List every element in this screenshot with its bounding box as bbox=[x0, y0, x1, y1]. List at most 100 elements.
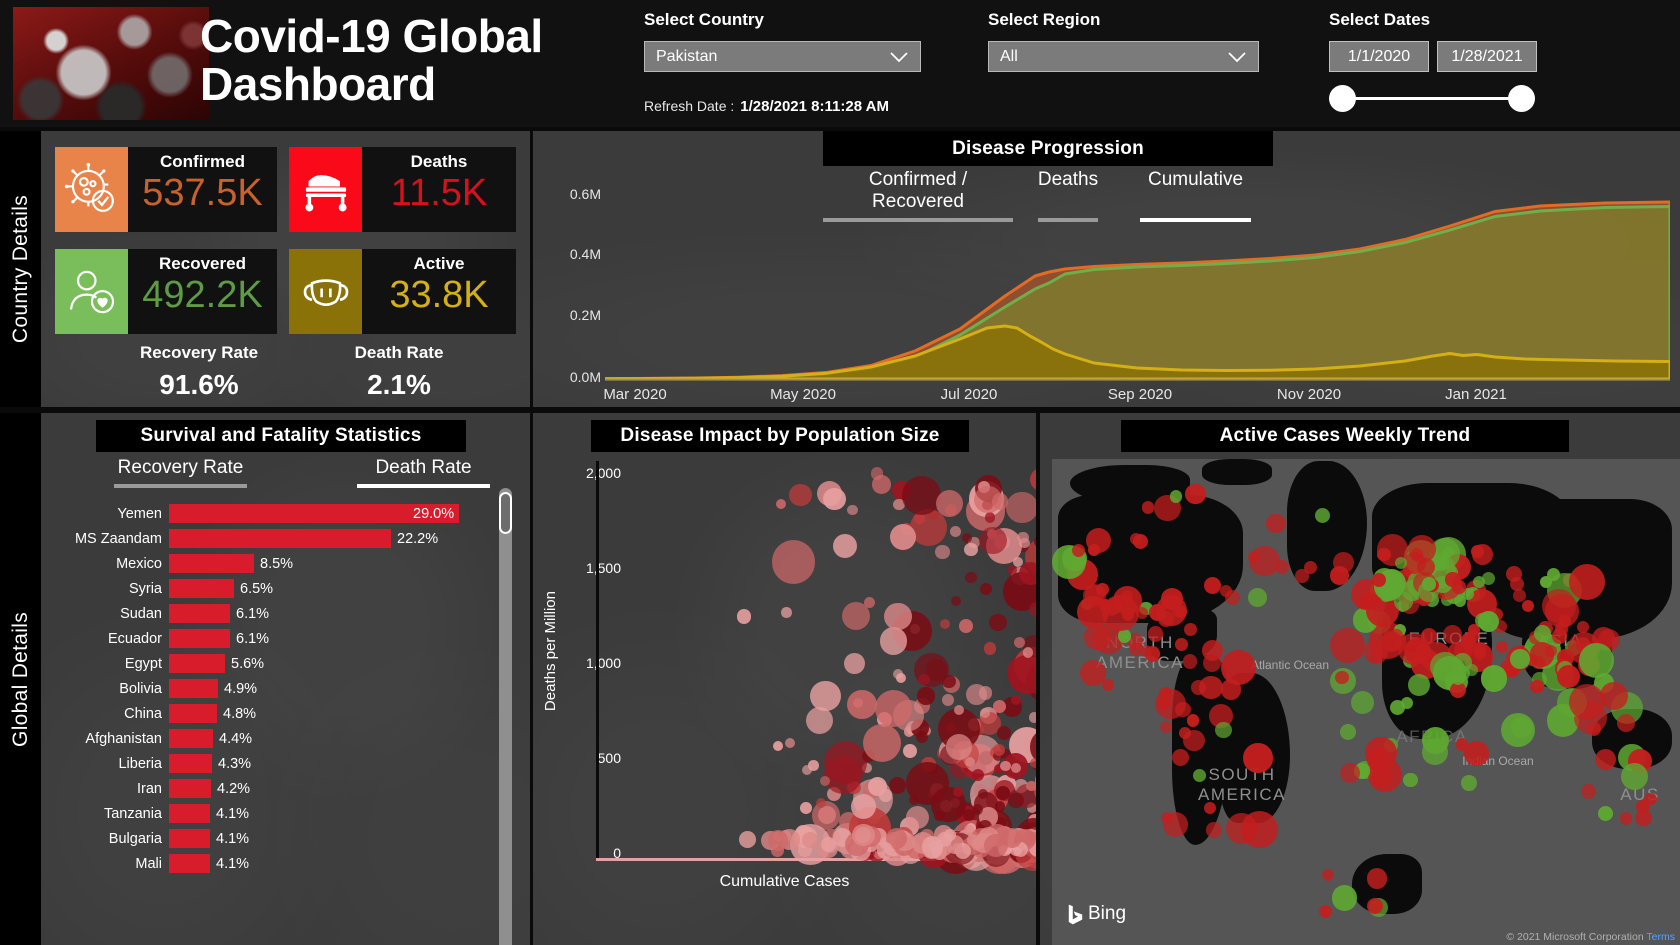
map-marker-increase[interactable] bbox=[1473, 647, 1487, 660]
kpi-card-deaths[interactable]: Deaths 11.5K bbox=[289, 147, 516, 232]
tab-death-rate[interactable]: Death Rate bbox=[346, 457, 501, 488]
scatter-bubble[interactable] bbox=[949, 526, 961, 537]
date-range-slider-right-handle[interactable] bbox=[1508, 85, 1535, 112]
date-start-input[interactable]: 1/1/2020 bbox=[1329, 41, 1429, 72]
scatter-bubble[interactable] bbox=[958, 618, 973, 633]
map-marker-increase[interactable] bbox=[1551, 628, 1567, 644]
scatter-bubble[interactable] bbox=[844, 653, 866, 675]
map-marker-increase[interactable] bbox=[1340, 763, 1360, 783]
map-marker-increase[interactable] bbox=[1529, 642, 1555, 668]
map-marker-increase[interactable] bbox=[1568, 683, 1605, 720]
map-marker-increase[interactable] bbox=[1249, 546, 1280, 577]
map-marker-decrease[interactable] bbox=[1351, 691, 1374, 715]
scatter-bubble[interactable] bbox=[1029, 602, 1036, 618]
map-marker-decrease[interactable] bbox=[1452, 672, 1465, 685]
scatter-bubble[interactable] bbox=[1013, 636, 1025, 648]
map-marker-increase[interactable] bbox=[1220, 679, 1242, 700]
scatter-bubble[interactable] bbox=[772, 740, 784, 751]
kpi-card-recovered[interactable]: Recovered 492.2K bbox=[55, 249, 277, 334]
scatter-bubble[interactable] bbox=[785, 738, 796, 749]
map-marker-increase[interactable] bbox=[1171, 748, 1189, 766]
scatter-bubble[interactable] bbox=[936, 490, 964, 518]
map-marker-increase[interactable] bbox=[1445, 572, 1460, 587]
scatter-bubble[interactable] bbox=[991, 493, 1009, 510]
date-end-input[interactable]: 1/28/2021 bbox=[1437, 41, 1537, 72]
scatter-bubble[interactable] bbox=[983, 641, 997, 655]
scatter-bubble[interactable] bbox=[833, 534, 858, 559]
map-terms-link[interactable]: Terms bbox=[1646, 931, 1675, 943]
scatter-bubble[interactable] bbox=[1022, 647, 1034, 658]
scatter-bubble[interactable] bbox=[810, 680, 841, 712]
map-marker-increase[interactable] bbox=[1616, 713, 1635, 732]
map-marker-increase[interactable] bbox=[1139, 644, 1152, 657]
kpi-card-active[interactable]: Active 33.8K bbox=[289, 249, 516, 334]
map-marker-increase[interactable] bbox=[1183, 729, 1205, 752]
scatter-bubble[interactable] bbox=[950, 595, 961, 607]
map-marker-increase[interactable] bbox=[1175, 638, 1188, 652]
scatter-bubble[interactable] bbox=[977, 789, 988, 800]
map-marker-decrease[interactable] bbox=[1394, 557, 1407, 570]
scatter-bubble[interactable] bbox=[992, 699, 1006, 713]
map-marker-decrease[interactable] bbox=[1477, 611, 1499, 633]
bar-row[interactable]: Liberia 4.3% bbox=[51, 751, 506, 776]
map-marker-increase[interactable] bbox=[1619, 812, 1633, 825]
bar-row-fill[interactable] bbox=[169, 854, 210, 873]
bing-logo[interactable]: Bing bbox=[1068, 903, 1126, 925]
scatter-bubble[interactable] bbox=[863, 723, 901, 762]
bar-row[interactable]: MS Zaandam 22.2% bbox=[51, 526, 506, 551]
scatter-bubble[interactable] bbox=[1000, 760, 1011, 772]
scatter-plot-area[interactable] bbox=[599, 461, 1036, 875]
map-marker-decrease[interactable] bbox=[1621, 762, 1648, 790]
bar-row[interactable]: Yemen 29.0% bbox=[51, 501, 506, 526]
map-marker-decrease[interactable] bbox=[1193, 768, 1207, 782]
scatter-bubble[interactable] bbox=[871, 475, 891, 494]
bar-row[interactable]: Mali 4.1% bbox=[51, 851, 506, 876]
bing-map[interactable]: NORTH AMERICA SOUTH AMERICA EUROPE ASIA … bbox=[1052, 459, 1680, 945]
scatter-bubble[interactable] bbox=[767, 830, 788, 851]
scatter-bubble[interactable] bbox=[944, 829, 956, 841]
scatter-bubble[interactable] bbox=[879, 789, 892, 802]
sidebar-tab-global-details[interactable]: Global Details bbox=[0, 413, 41, 945]
bar-row-fill[interactable] bbox=[169, 554, 254, 573]
map-marker-increase[interactable] bbox=[1186, 714, 1200, 727]
scatter-bubble[interactable] bbox=[997, 726, 1011, 741]
scatter-bubble[interactable] bbox=[739, 830, 757, 848]
scatter-bubble[interactable] bbox=[1028, 712, 1036, 724]
map-marker-decrease[interactable] bbox=[1247, 587, 1267, 607]
map-marker-decrease[interactable] bbox=[1332, 885, 1358, 911]
bar-row[interactable]: Tanzania 4.1% bbox=[51, 801, 506, 826]
map-marker-increase[interactable] bbox=[1225, 813, 1257, 845]
bar-row-fill[interactable] bbox=[169, 679, 218, 698]
map-marker-increase[interactable] bbox=[1185, 483, 1206, 505]
scatter-bubble[interactable] bbox=[736, 609, 751, 624]
scatter-bubble[interactable] bbox=[1011, 694, 1022, 705]
map-marker-increase[interactable] bbox=[1636, 799, 1650, 813]
scatter-bubble[interactable] bbox=[775, 499, 786, 510]
select-region-dropdown[interactable]: All bbox=[988, 41, 1259, 72]
scatter-bubble[interactable] bbox=[989, 613, 1007, 632]
map-marker-decrease[interactable] bbox=[1407, 674, 1430, 696]
bar-row-fill[interactable] bbox=[169, 704, 217, 723]
bar-row[interactable]: Afghanistan 4.4% bbox=[51, 726, 506, 751]
scatter-bubble[interactable] bbox=[1011, 762, 1022, 773]
map-marker-increase[interactable] bbox=[1443, 624, 1463, 644]
map-marker-increase[interactable] bbox=[1330, 628, 1366, 664]
bar-row[interactable]: China 4.8% bbox=[51, 701, 506, 726]
map-marker-increase[interactable] bbox=[1147, 625, 1164, 642]
bar-row[interactable]: Iran 4.2% bbox=[51, 776, 506, 801]
scatter-bubble[interactable] bbox=[789, 483, 812, 507]
scatter-bubble[interactable] bbox=[801, 764, 812, 775]
scatter-bubble[interactable] bbox=[1006, 491, 1036, 524]
date-range-slider-left-handle[interactable] bbox=[1329, 85, 1356, 112]
date-range-slider-track[interactable] bbox=[1330, 97, 1520, 100]
map-marker-increase[interactable] bbox=[1366, 747, 1390, 771]
scatter-bubble[interactable] bbox=[801, 831, 818, 849]
map-marker-decrease[interactable] bbox=[1400, 697, 1414, 710]
scatter-bubble[interactable] bbox=[879, 627, 907, 655]
scatter-bubble[interactable] bbox=[916, 731, 929, 744]
map-marker-increase[interactable] bbox=[1088, 543, 1101, 556]
map-marker-increase[interactable] bbox=[1096, 582, 1110, 596]
scatter-bubble[interactable] bbox=[965, 571, 977, 583]
map-marker-increase[interactable] bbox=[1243, 743, 1273, 773]
map-marker-layer[interactable] bbox=[1052, 459, 1680, 945]
